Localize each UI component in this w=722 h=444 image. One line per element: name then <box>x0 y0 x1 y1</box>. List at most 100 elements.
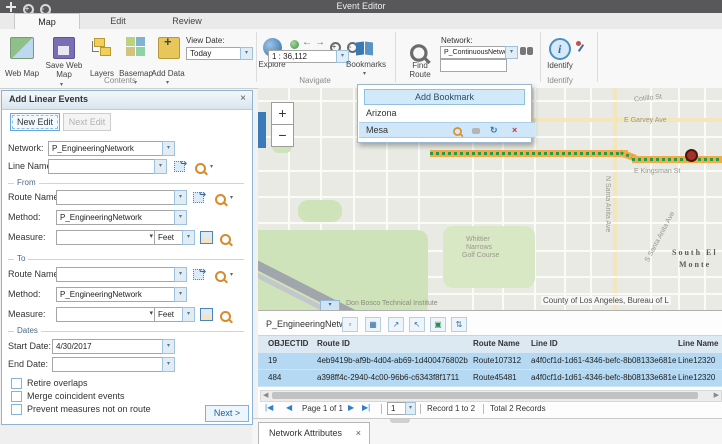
layers-icon[interactable] <box>92 37 112 57</box>
basemap-icon[interactable] <box>126 37 146 57</box>
back-extent-icon[interactable]: ← <box>302 37 312 48</box>
to-zoom-icon[interactable] <box>215 269 226 287</box>
to-method-select[interactable]: P_EngineeringNetwork <box>56 287 176 302</box>
horizontal-scrollbar[interactable]: ◀ ▶ <box>260 390 722 402</box>
from-unit-dropdown-icon[interactable]: ▾ <box>182 230 195 245</box>
bookmarks-icon[interactable] <box>356 41 374 56</box>
scale-input[interactable]: 1 : 36,112 <box>268 50 338 63</box>
start-date-dropdown-icon[interactable]: ▾ <box>162 339 175 354</box>
forward-extent-icon[interactable]: → <box>315 37 325 48</box>
col-route-id[interactable]: Route ID <box>317 339 350 348</box>
network-dropdown-icon[interactable]: ▾ <box>162 141 175 156</box>
to-select-on-map-icon[interactable]: ↪ <box>193 267 206 279</box>
bookmark-item-arizona[interactable]: Arizona <box>359 106 535 121</box>
bookmark-update-icon[interactable]: ↻ <box>490 126 498 135</box>
bookmark-delete-icon[interactable]: × <box>512 126 517 135</box>
scrollbar-thumb[interactable] <box>272 392 698 399</box>
from-zoom-icon[interactable] <box>215 192 226 210</box>
prev-page-icon[interactable]: ◀ <box>286 403 292 412</box>
route-input[interactable] <box>440 59 507 72</box>
table-options-icon[interactable]: ▦ <box>365 317 381 332</box>
col-line-name[interactable]: Line Name <box>678 339 718 348</box>
line-name-input[interactable] <box>48 159 156 174</box>
next-button[interactable]: Next > <box>205 405 249 422</box>
table-row[interactable]: 19 4eb9419b-af9b-4d04-ab69-1d400476802b … <box>258 353 722 370</box>
bookmark-pan-icon[interactable] <box>472 128 480 134</box>
pushpin-icon[interactable] <box>576 41 586 51</box>
bookmarks-caret-icon[interactable]: ▾ <box>363 70 366 77</box>
scroll-right-icon[interactable]: ▶ <box>714 391 719 400</box>
identify-icon[interactable]: i <box>549 38 571 60</box>
to-route-dropdown-icon[interactable]: ▾ <box>174 267 187 282</box>
retire-overlaps-checkbox[interactable] <box>11 378 22 389</box>
from-route-dropdown-icon[interactable]: ▾ <box>174 190 187 205</box>
end-date-dropdown-icon[interactable]: ▾ <box>162 357 175 372</box>
to-unit-select[interactable]: Feet <box>154 307 184 322</box>
to-method-dropdown-icon[interactable]: ▾ <box>174 287 187 302</box>
web-map-button[interactable]: Web Map <box>2 69 42 78</box>
from-unit-select[interactable]: Feet <box>154 230 184 245</box>
route-network-dropdown-icon[interactable]: ▾ <box>505 46 518 59</box>
view-date-select[interactable]: Today <box>186 47 242 60</box>
network-select[interactable]: P_EngineeringNetwork <box>48 141 164 156</box>
from-select-on-map-icon[interactable]: ↪ <box>193 190 206 202</box>
map-zoom-in-button[interactable]: + <box>271 102 294 125</box>
identify-button[interactable]: Identify <box>540 61 580 70</box>
web-map-icon[interactable] <box>10 37 34 59</box>
from-method-dropdown-icon[interactable]: ▾ <box>174 210 187 225</box>
new-edit-button[interactable]: New Edit <box>10 113 60 131</box>
start-date-input[interactable]: 4/30/2017 <box>52 339 164 354</box>
zoom-to-selection-icon[interactable]: ↗ <box>388 317 404 332</box>
bookmarks-button[interactable]: Bookmarks <box>344 60 388 69</box>
to-route-name-input[interactable] <box>56 267 176 282</box>
find-route-button[interactable]: FindRoute <box>402 61 438 79</box>
to-measure-input[interactable]: ▾ <box>56 307 156 322</box>
to-unit-dropdown-icon[interactable]: ▾ <box>182 307 195 322</box>
panel-resize-handle[interactable] <box>390 419 410 423</box>
tab-edit[interactable]: Edit <box>92 13 144 29</box>
from-route-name-input[interactable] <box>56 190 176 205</box>
route-feature-segment[interactable] <box>430 150 628 157</box>
from-measure-tool-icon[interactable] <box>200 231 213 244</box>
add-data-icon[interactable]: + <box>158 37 180 59</box>
last-page-icon[interactable]: ▶| <box>362 403 370 412</box>
binoculars-icon[interactable] <box>520 45 534 57</box>
line-name-dropdown-icon[interactable]: ▾ <box>154 159 167 174</box>
map-side-tab[interactable] <box>258 112 266 148</box>
to-measure-tool-icon[interactable] <box>200 308 213 321</box>
to-measure-zoom-icon[interactable] <box>220 309 231 327</box>
table-collapse-toggle[interactable]: ▾ <box>320 300 340 310</box>
merge-coincident-checkbox[interactable] <box>11 391 22 402</box>
tab-map[interactable]: Map <box>14 13 80 30</box>
map-zoom-out-button[interactable]: − <box>271 124 294 147</box>
selection-options-icon[interactable]: ▫ <box>342 317 358 332</box>
view-date-dropdown-icon[interactable]: ▾ <box>240 47 253 60</box>
page-number-dropdown-icon[interactable]: ▾ <box>405 402 416 415</box>
line-zoom-caret-icon[interactable]: ▾ <box>210 163 213 170</box>
next-edit-button[interactable]: Next Edit <box>63 113 111 131</box>
route-feature-segment[interactable] <box>632 156 722 163</box>
select-on-map-icon[interactable]: ↪ <box>174 159 187 171</box>
col-route-name[interactable]: Route Name <box>473 339 520 348</box>
tab-close-icon[interactable]: × <box>356 423 361 443</box>
next-page-icon[interactable]: ▶ <box>348 403 354 412</box>
route-network-select[interactable]: P_ContinuousNetwork <box>440 46 507 59</box>
first-page-icon[interactable]: |◀ <box>265 403 273 412</box>
route-end-marker[interactable] <box>685 149 698 162</box>
from-measure-zoom-icon[interactable] <box>220 232 231 250</box>
save-web-map-icon[interactable] <box>53 37 75 59</box>
from-zoom-caret-icon[interactable]: ▾ <box>230 194 233 201</box>
from-measure-input[interactable]: ▾ <box>56 230 156 245</box>
bookmark-zoom-icon[interactable] <box>452 126 463 139</box>
page-number-select[interactable]: 1 <box>387 402 407 415</box>
tab-review[interactable]: Review <box>156 13 218 29</box>
line-zoom-icon[interactable] <box>195 161 206 179</box>
add-bookmark-button[interactable]: Add Bookmark <box>364 89 525 105</box>
globe-icon[interactable] <box>290 40 299 49</box>
panel-close-icon[interactable]: × <box>240 93 246 104</box>
end-date-input[interactable] <box>52 357 164 372</box>
switch-selection-icon[interactable]: ▣ <box>430 317 446 332</box>
sort-icon[interactable]: ⇅ <box>451 317 467 332</box>
table-row[interactable]: 484 a398ff4c-2940-4c00-96b6-c6343f8f1711… <box>258 370 722 387</box>
from-method-select[interactable]: P_EngineeringNetwork <box>56 210 176 225</box>
